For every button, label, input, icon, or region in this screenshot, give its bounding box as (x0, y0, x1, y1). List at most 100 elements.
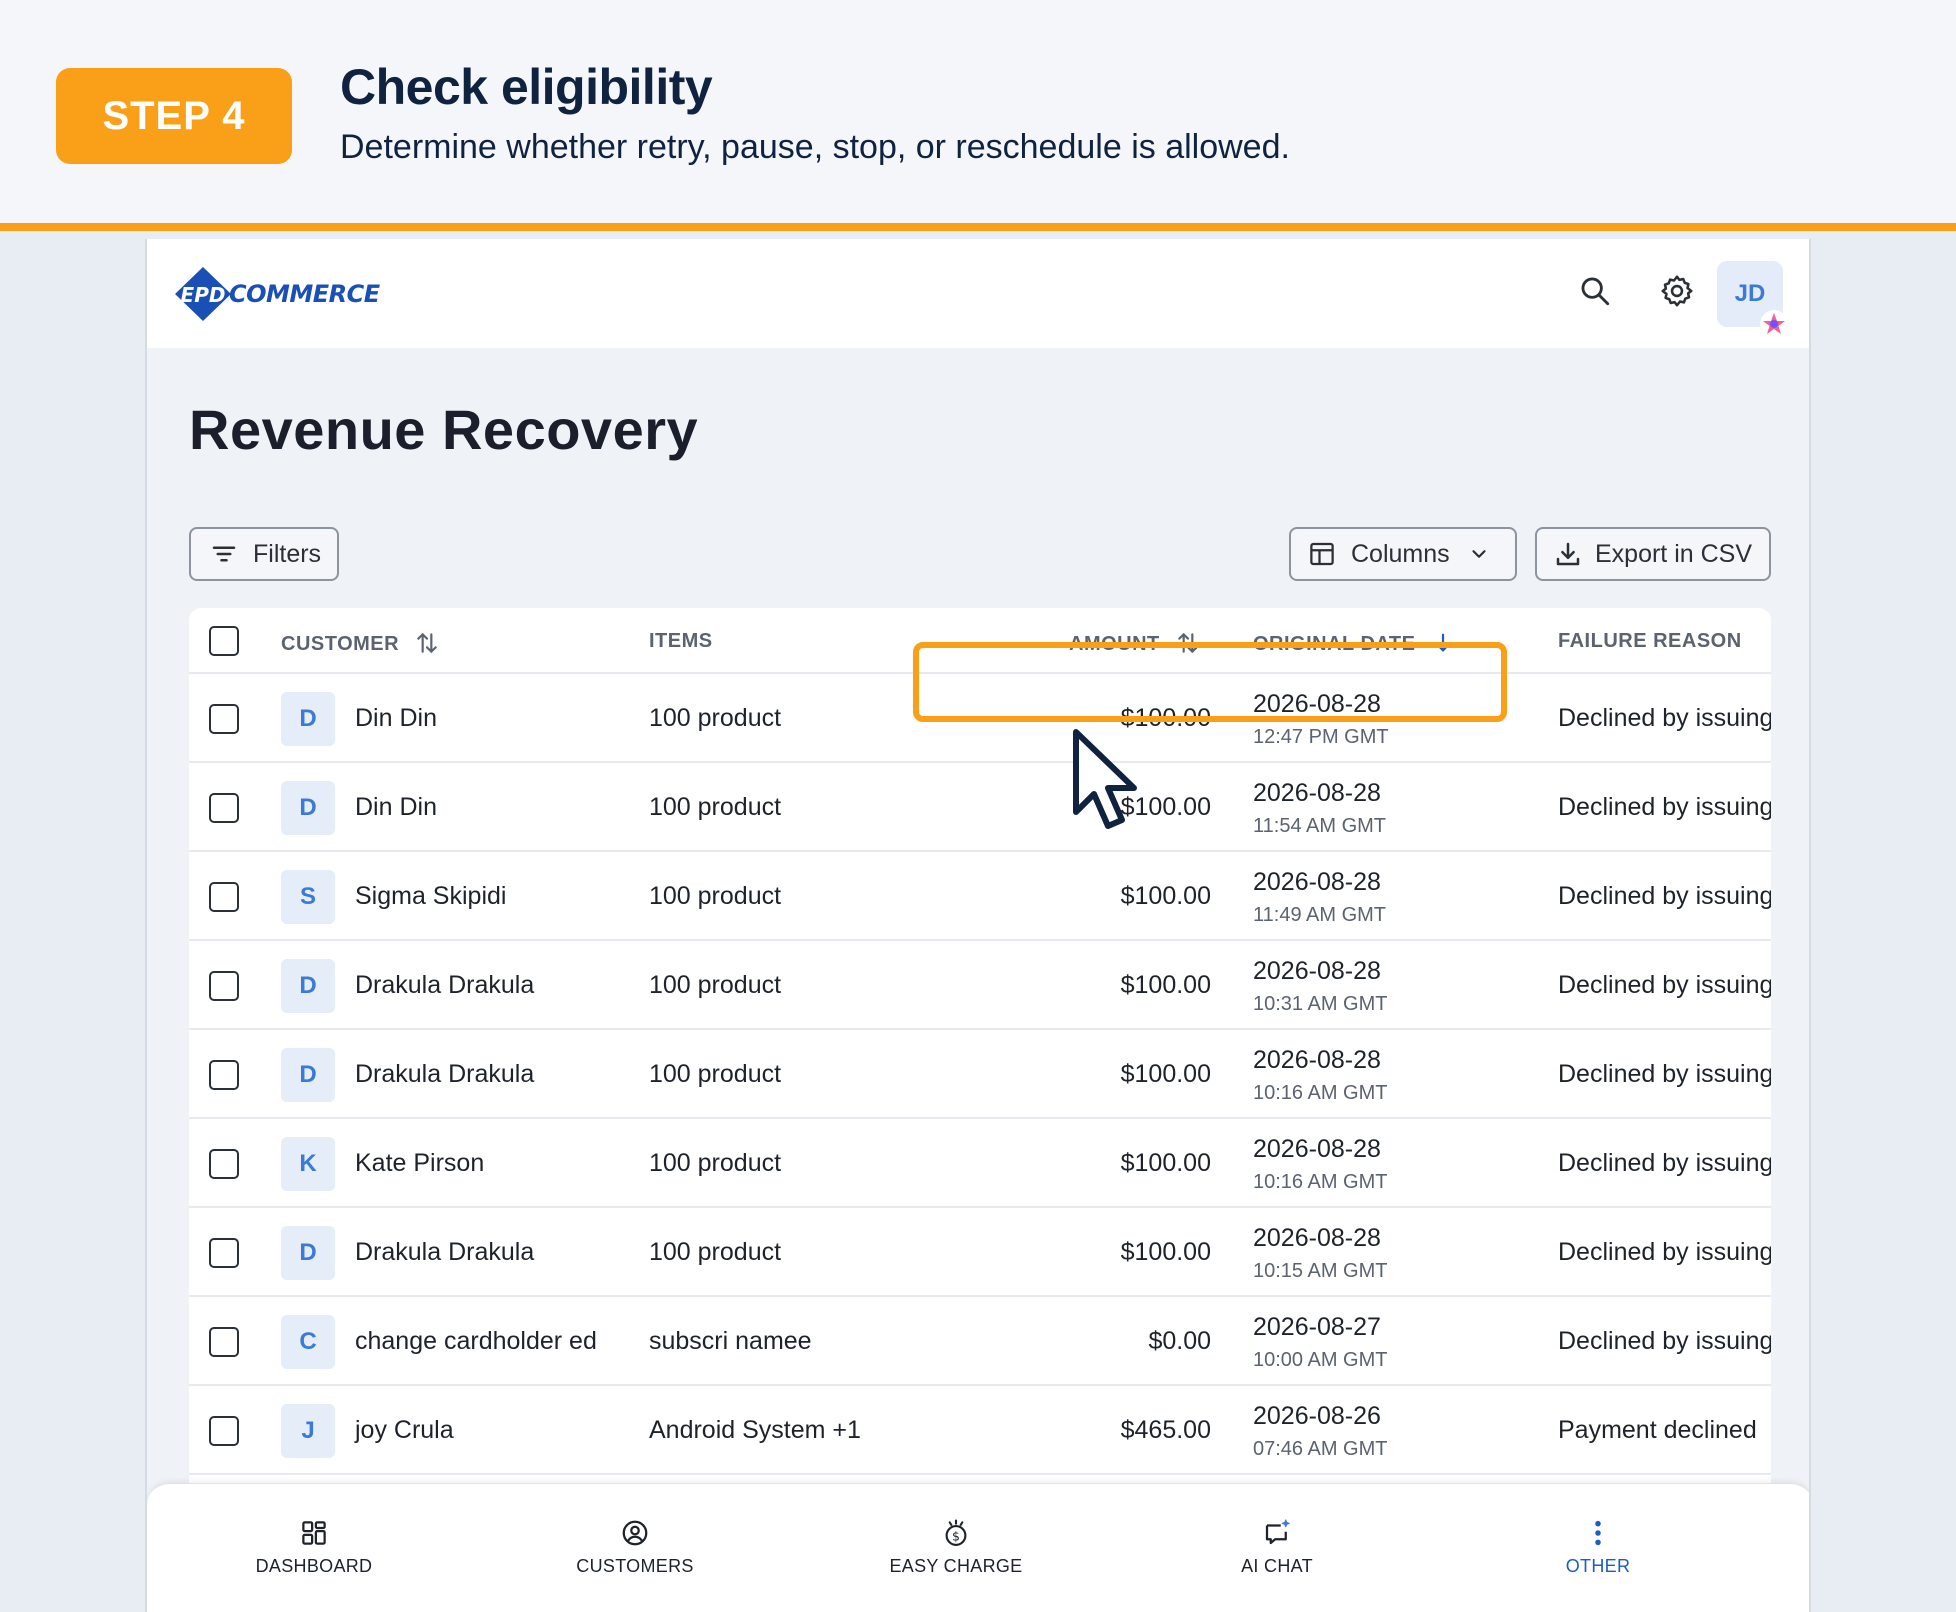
top-bar: EPD COMMERCE JD (147, 239, 1809, 348)
table-row[interactable]: D Din Din 100 product $100.00 2026-08-28 11:5… (189, 763, 1771, 852)
bottom-navigation: DASHBOARD CUSTOMERS $ EASY CHARGE AI CHA… (147, 1483, 1809, 1612)
items-cell: 100 product (649, 1149, 782, 1177)
customer-initial-avatar: D (281, 1048, 335, 1102)
items-cell: 100 product (649, 1238, 782, 1266)
original-time-cell: 10:16 AM GMT (1253, 1082, 1388, 1104)
filters-label: Filters (253, 539, 322, 568)
ai-chat-icon (1265, 1519, 1290, 1545)
customer-initial-avatar: C (281, 1315, 335, 1369)
customer-initial-avatar: D (281, 692, 335, 746)
customer-initial-avatar: S (281, 870, 335, 924)
logo-mark-text: EPD (181, 283, 226, 307)
amount-cell: $100.00 (1120, 1238, 1211, 1266)
customer-initial-avatar: D (281, 959, 335, 1013)
step-banner: STEP 4 Check eligibility Determine wheth… (0, 0, 1956, 231)
chevron-down-icon (1472, 550, 1486, 558)
column-header-items[interactable]: ITEMS (649, 630, 713, 653)
row-checkbox[interactable] (209, 971, 239, 1001)
failure-reason-cell: Declined by issuing (1558, 704, 1771, 732)
dashboard-icon (302, 1521, 326, 1545)
amount-cell: $0.00 (1148, 1327, 1211, 1355)
customers-icon (622, 1520, 648, 1546)
easy-charge-icon: $ (945, 1519, 967, 1546)
export-csv-label: Export in CSV (1595, 539, 1753, 568)
row-checkbox[interactable] (209, 704, 239, 734)
table-row[interactable]: D Drakula Drakula 100 product $100.00 2026-0… (189, 1030, 1771, 1119)
customer-initial-avatar: J (281, 1404, 335, 1458)
row-checkbox[interactable] (209, 1149, 239, 1179)
nav-easy-charge-label: EASY CHARGE (889, 1556, 1023, 1576)
logo[interactable]: EPD COMMERCE (173, 265, 380, 323)
original-time-cell: 10:00 AM GMT (1253, 1349, 1388, 1371)
row-checkbox[interactable] (209, 1060, 239, 1090)
items-cell: subscri namee (649, 1327, 812, 1355)
customer-name[interactable]: Drakula Drakula (355, 1238, 534, 1267)
table-row[interactable]: Cchange cardholder ed subscri namee $0.00 2… (189, 1297, 1771, 1386)
nav-other[interactable]: OTHER (1498, 1518, 1698, 1577)
nav-dashboard[interactable]: DASHBOARD (214, 1518, 414, 1577)
original-date-cell: 2026-08-28 (1253, 1135, 1381, 1163)
nav-ai-chat-label: AI CHAT (1241, 1556, 1313, 1576)
nav-easy-charge[interactable]: $ EASY CHARGE (856, 1518, 1056, 1577)
original-date-cell: 2026-08-26 (1253, 1402, 1381, 1430)
sort-icon (417, 633, 437, 653)
row-checkbox[interactable] (209, 793, 239, 823)
original-date-cell: 2026-08-28 (1253, 868, 1381, 896)
logo-text: COMMERCE (229, 280, 380, 308)
items-cell: Android System +1 (649, 1416, 861, 1444)
column-header-customer[interactable]: CUSTOMER (281, 630, 441, 656)
filter-icon (212, 546, 236, 562)
customer-name[interactable]: Kate Pirson (355, 1149, 484, 1178)
customer-name[interactable]: joy Crula (355, 1416, 454, 1445)
table-row[interactable]: D Drakula Drakula 100 product $100.00 2026-0… (189, 1208, 1771, 1297)
customer-name[interactable]: Drakula Drakula (355, 1060, 534, 1089)
original-date-cell: 2026-08-27 (1253, 1313, 1381, 1341)
nav-ai-chat[interactable]: AI CHAT (1177, 1518, 1377, 1577)
settings-button[interactable] (1647, 261, 1707, 321)
original-time-cell: 11:54 AM GMT (1253, 815, 1387, 837)
export-csv-button[interactable]: Export in CSV (1535, 527, 1771, 581)
table-row[interactable]: S Sigma Skipidi 100 product $100.00 2026-08-… (189, 852, 1771, 941)
step-highlight-box (913, 642, 1507, 722)
svg-text:$: $ (952, 1529, 960, 1544)
original-time-cell: 10:16 AM GMT (1253, 1171, 1388, 1193)
select-all-checkbox[interactable] (209, 626, 239, 656)
customer-name[interactable]: change cardholder ed (355, 1327, 597, 1356)
amount-cell: $100.00 (1120, 971, 1211, 999)
original-date-cell: 2026-08-28 (1253, 957, 1381, 985)
search-icon (1581, 277, 1610, 306)
more-vertical-icon (1595, 1520, 1601, 1546)
customer-name[interactable]: Sigma Skipidi (355, 882, 506, 911)
failure-reason-cell: Payment declined (1558, 1416, 1757, 1444)
original-date-cell: 2026-08-28 (1253, 1046, 1381, 1074)
mouse-pointer-icon (1073, 729, 1137, 829)
original-time-cell: 10:31 AM GMT (1253, 993, 1388, 1015)
table-row[interactable]: D Drakula Drakula 100 product $100.00 2026-0… (189, 941, 1771, 1030)
nav-other-label: OTHER (1565, 1556, 1631, 1576)
nav-customers[interactable]: CUSTOMERS (535, 1518, 735, 1577)
column-header-failure-reason[interactable]: FAILURE REASON (1558, 630, 1742, 653)
row-checkbox[interactable] (209, 1238, 239, 1268)
search-button[interactable] (1565, 261, 1625, 321)
failure-reason-cell: Declined by issuing (1558, 1327, 1771, 1355)
failure-reason-cell: Declined by issuing (1558, 1149, 1771, 1177)
row-checkbox[interactable] (209, 1416, 239, 1446)
nav-customers-label: CUSTOMERS (576, 1556, 694, 1576)
columns-dropdown[interactable]: Columns (1289, 527, 1517, 581)
customer-initial-avatar: D (281, 781, 335, 835)
filters-button[interactable]: Filters (189, 527, 339, 581)
row-checkbox[interactable] (209, 882, 239, 912)
customer-name[interactable]: Drakula Drakula (355, 971, 534, 1000)
table-row[interactable]: K Kate Pirson 100 product $100.00 2026-08-28… (189, 1119, 1771, 1208)
customer-initial-avatar: D (281, 1226, 335, 1280)
amount-cell: $100.00 (1120, 1149, 1211, 1177)
items-cell: 100 product (649, 793, 782, 821)
original-time-cell: 11:49 AM GMT (1253, 904, 1387, 926)
items-cell: 100 product (649, 704, 782, 732)
original-date-cell: 2026-08-28 (1253, 779, 1381, 807)
customer-name[interactable]: Din Din (355, 793, 437, 822)
customer-name[interactable]: Din Din (355, 704, 437, 733)
table-row[interactable]: Jjoy Crula Android System +1 $465.00 2026-0… (189, 1386, 1771, 1475)
failure-reason-cell: Declined by issuing (1558, 882, 1771, 910)
row-checkbox[interactable] (209, 1327, 239, 1357)
